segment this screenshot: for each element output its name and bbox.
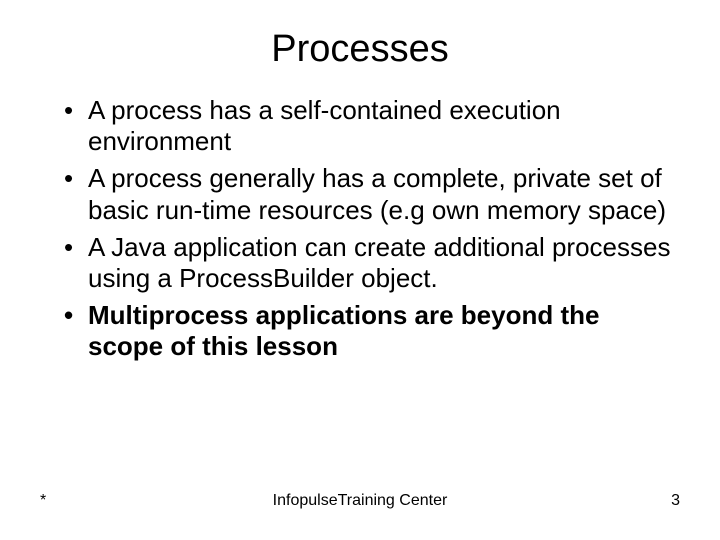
slide-content: A process has a self-contained execution… (40, 95, 680, 363)
footer-left: * (40, 492, 253, 510)
bullet-item: A process generally has a complete, priv… (60, 163, 680, 225)
bullet-item: Multiprocess applications are beyond the… (60, 300, 680, 362)
footer-right: 3 (467, 492, 680, 510)
bullet-list: A process has a self-contained execution… (60, 95, 680, 363)
bullet-item: A Java application can create additional… (60, 232, 680, 294)
bullet-item: A process has a self-contained execution… (60, 95, 680, 157)
slide: Processes A process has a self-contained… (0, 0, 720, 540)
slide-footer: * InfopulseTraining Center 3 (0, 492, 720, 510)
footer-center: InfopulseTraining Center (253, 492, 466, 510)
slide-title: Processes (40, 28, 680, 71)
